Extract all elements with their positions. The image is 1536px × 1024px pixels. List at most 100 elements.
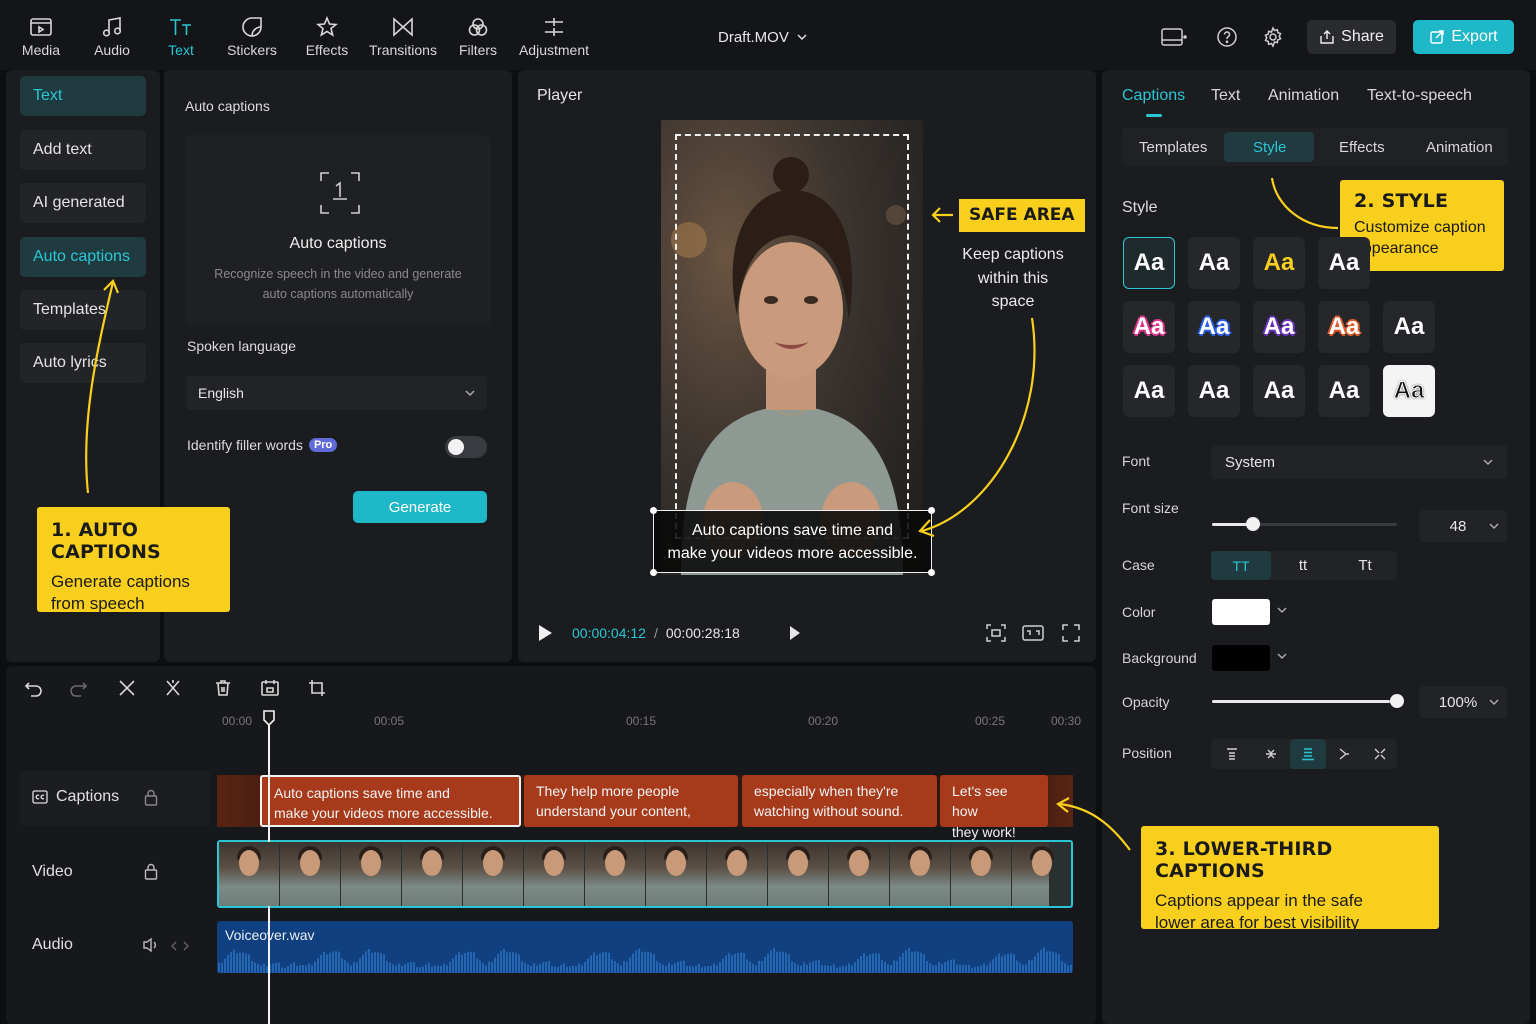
filler-words-row: Identify filler words Pro (187, 437, 338, 453)
sync-arrows-icon[interactable] (171, 940, 189, 952)
font-size-slider[interactable] (1212, 517, 1397, 531)
split-left-icon[interactable] (163, 678, 183, 698)
subtab-style[interactable]: Style (1253, 139, 1286, 156)
speaker-icon[interactable] (142, 937, 160, 953)
chevron-down-icon[interactable] (1277, 653, 1287, 660)
caption-clip-4[interactable]: Let's see how they work! (940, 775, 1048, 840)
split-icon[interactable] (117, 678, 137, 698)
tab-animation[interactable]: Animation (1268, 87, 1339, 105)
nav-item-text[interactable]: Text (20, 76, 146, 116)
project-title-dropdown[interactable]: Draft.MOV (718, 29, 807, 46)
align-bottom-icon[interactable] (1301, 747, 1315, 761)
caption-clip-1[interactable]: Auto captions save time and make your vid… (260, 775, 521, 827)
help-icon[interactable] (1216, 26, 1238, 48)
case-option-title[interactable]: Tt (1335, 551, 1395, 580)
generate-button[interactable]: Generate (353, 491, 487, 523)
video-preview[interactable] (661, 120, 923, 575)
nav-item-add-text[interactable]: Add text (20, 130, 146, 170)
align-right-icon[interactable] (1337, 747, 1351, 761)
lock-icon[interactable] (144, 863, 158, 880)
font-value: System (1225, 453, 1276, 471)
opacity-input[interactable]: 100% (1419, 686, 1507, 718)
tool-stickers[interactable]: Stickers (212, 14, 292, 58)
aspect-ratio-icon[interactable] (1021, 623, 1045, 643)
tab-text[interactable]: Text (1211, 87, 1240, 105)
playhead-handle[interactable] (262, 710, 276, 726)
video-thumbnail (585, 842, 645, 906)
tool-audio[interactable]: Audio (72, 14, 152, 58)
auto-captions-card[interactable]: Auto captions Recognize speech in the vi… (185, 135, 491, 325)
caption-clip-3[interactable]: especially when they're watching without … (742, 775, 937, 827)
play-icon[interactable] (537, 624, 553, 642)
tool-transitions[interactable]: Transitions (363, 14, 443, 58)
play-forward-icon[interactable] (789, 625, 801, 641)
tool-filters[interactable]: Filters (438, 14, 518, 58)
align-middle-icon[interactable] (1264, 747, 1278, 761)
nav-item-ai-generated[interactable]: AI generated (20, 183, 146, 223)
text-color-swatch[interactable] (1212, 599, 1270, 625)
layout-icon[interactable] (1160, 26, 1188, 48)
audio-clip[interactable]: Voiceover.wav (217, 921, 1073, 973)
style-preset-tile[interactable]: Aa (1383, 301, 1435, 353)
subtab-animation[interactable]: Animation (1426, 139, 1493, 156)
resize-handle[interactable] (650, 569, 657, 576)
spoken-language-select[interactable]: English (186, 376, 487, 410)
style-preset-tile[interactable]: Aa (1123, 365, 1175, 417)
style-preset-tile[interactable]: Aa (1253, 237, 1305, 289)
crop-icon[interactable] (307, 678, 327, 698)
safe-note-line1: Keep captions (962, 246, 1064, 263)
undo-icon[interactable] (24, 678, 44, 698)
export-button[interactable]: Export (1413, 20, 1514, 54)
style-preset-tile[interactable]: Aa (1188, 301, 1240, 353)
tab-text-to-speech[interactable]: Text-to-speech (1367, 87, 1472, 105)
align-center-icon[interactable] (1373, 747, 1387, 761)
style-preset-tile[interactable]: Aa (1318, 301, 1370, 353)
clip-line2: understand your content, (536, 803, 691, 820)
redo-icon[interactable] (68, 678, 88, 698)
style-preset-tile[interactable]: Aa (1318, 237, 1370, 289)
caption-clip-2[interactable]: They help more people understand your con… (524, 775, 738, 827)
style-preset-tile[interactable]: Aa (1383, 365, 1435, 417)
background-color-swatch[interactable] (1212, 645, 1270, 671)
fullscreen-icon[interactable] (1061, 623, 1081, 643)
opacity-slider[interactable] (1212, 694, 1404, 708)
tab-captions[interactable]: Captions (1122, 87, 1185, 105)
settings-gear-icon[interactable] (1262, 26, 1284, 48)
tool-effects[interactable]: Effects (287, 14, 367, 58)
style-preset-tile[interactable]: Aa (1253, 301, 1305, 353)
style-preset-tile[interactable]: Aa (1318, 365, 1370, 417)
subtab-templates[interactable]: Templates (1139, 139, 1207, 156)
chevron-down-icon (1489, 522, 1499, 530)
lock-icon[interactable] (144, 789, 158, 806)
audio-icon (72, 14, 152, 40)
resize-handle[interactable] (650, 507, 657, 514)
freeze-frame-icon[interactable] (259, 678, 281, 698)
tool-text[interactable]: Text (141, 14, 221, 58)
opacity-slider-knob[interactable] (1390, 694, 1404, 708)
tool-label: Filters (458, 42, 498, 58)
font-size-value: 48 (1449, 517, 1467, 535)
style-preset-tile[interactable]: Aa (1188, 237, 1240, 289)
chevron-down-icon[interactable] (1277, 607, 1287, 614)
case-option-upper[interactable]: TT (1211, 551, 1271, 580)
callout-line: Captions appear in the safe (1155, 891, 1363, 910)
crop-screenshot-icon[interactable] (985, 623, 1007, 643)
style-preset-tile[interactable]: Aa (1123, 237, 1175, 289)
subtab-effects[interactable]: Effects (1339, 139, 1385, 156)
tool-media[interactable]: Media (1, 14, 81, 58)
nav-item-auto-captions[interactable]: Auto captions (20, 237, 146, 277)
share-button[interactable]: Share (1307, 20, 1396, 54)
style-preset-tile[interactable]: Aa (1253, 365, 1305, 417)
font-select[interactable]: System (1211, 445, 1507, 479)
font-size-input[interactable]: 48 (1419, 510, 1507, 542)
resize-handle[interactable] (928, 569, 935, 576)
tool-adjustment[interactable]: Adjustment (514, 14, 594, 58)
style-preset-tile[interactable]: Aa (1188, 365, 1240, 417)
case-option-lower[interactable]: tt (1273, 551, 1333, 580)
chevron-down-icon (797, 34, 807, 41)
filler-words-toggle[interactable] (445, 436, 487, 458)
align-top-icon[interactable] (1225, 747, 1239, 761)
delete-icon[interactable] (213, 678, 233, 698)
style-preset-tile[interactable]: Aa (1123, 301, 1175, 353)
caption-overlay[interactable]: Auto captions save time and make your vi… (650, 507, 935, 576)
